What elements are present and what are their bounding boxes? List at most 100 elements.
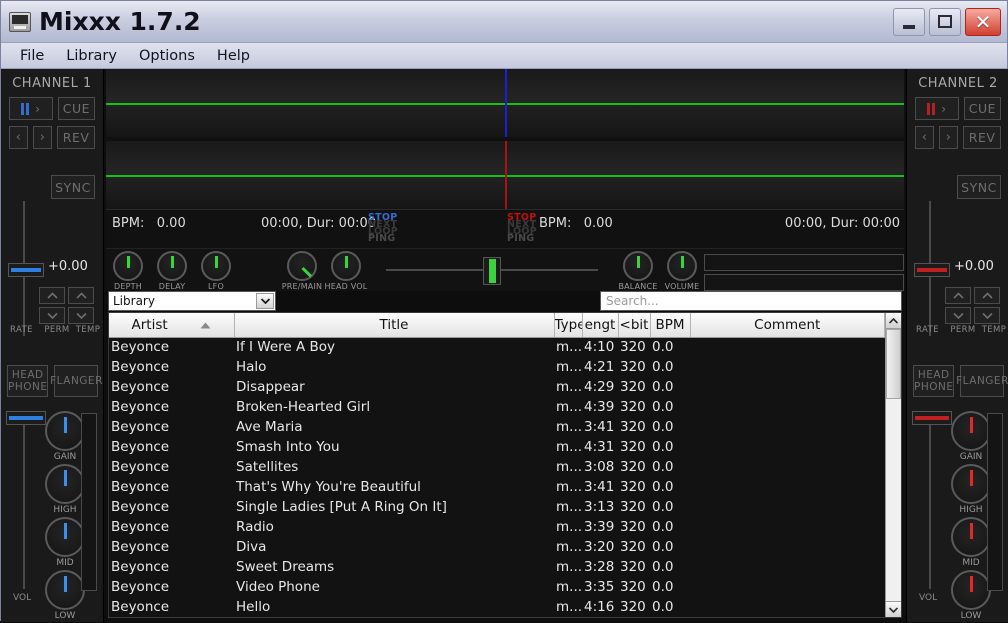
- temp-up-button-2[interactable]: [974, 287, 1000, 304]
- column-header-bitrate[interactable]: <bit: [618, 313, 651, 338]
- lfo-knob[interactable]: [201, 250, 231, 281]
- master-volume-label: VOLUME: [664, 281, 700, 291]
- fastforward-button-2[interactable]: ›: [939, 126, 959, 149]
- mid-knob-2[interactable]: [951, 517, 991, 557]
- low-knob-2[interactable]: [951, 570, 991, 610]
- deck-2-mode-stack[interactable]: STOP NEXT LOOP PING: [507, 213, 541, 247]
- channel-2-eq-knobs: GAIN HIGH MID LOW: [951, 411, 991, 623]
- volume-slider-1[interactable]: [6, 411, 46, 425]
- mixxx-window: Mixxx 1.7.2 ✕ File Library Options Help …: [0, 0, 1008, 622]
- flanger-button-1[interactable]: FLANGER: [50, 365, 102, 397]
- master-vu-right: [704, 273, 904, 291]
- table-row[interactable]: Beyonce Disappear m... 4:29 320 0.0: [109, 377, 885, 397]
- scroll-down-button[interactable]: [886, 601, 901, 617]
- column-header-length[interactable]: engt: [582, 313, 619, 338]
- temp-down-button-2[interactable]: [974, 307, 1000, 324]
- rewind-button-2[interactable]: ‹: [915, 126, 935, 149]
- cell-bpm: 0.0: [652, 559, 674, 575]
- deck-1-status: BPM: 0.00 00:00, Dur: 00:00 STOP NEXT LO…: [106, 210, 505, 248]
- balance-knob[interactable]: [623, 250, 653, 281]
- deck-2-bpm: BPM: 0.00: [539, 216, 613, 231]
- menu-file[interactable]: File: [9, 46, 55, 66]
- column-header-title[interactable]: Title: [234, 313, 555, 338]
- rev-button-1[interactable]: REV: [57, 126, 96, 149]
- flanger-button-2[interactable]: FLANGER: [956, 365, 1008, 397]
- table-row[interactable]: Beyonce That's Why You're Beautiful m... 3:…: [109, 477, 885, 497]
- delay-knob[interactable]: [157, 250, 187, 281]
- table-row[interactable]: Beyonce Video Phone m... 3:35 320 0.0: [109, 577, 885, 597]
- fastforward-button-1[interactable]: ›: [33, 126, 53, 149]
- temp-down-button-1[interactable]: [68, 307, 94, 324]
- table-row[interactable]: Beyonce Ave Maria m... 3:41 320 0.0: [109, 417, 885, 437]
- low-knob-1[interactable]: [45, 570, 85, 610]
- cell-title: Radio: [236, 519, 274, 535]
- high-knob-2[interactable]: [951, 464, 991, 504]
- cell-length: 4:16: [584, 599, 615, 615]
- rev-button-2[interactable]: REV: [963, 126, 1002, 149]
- chevron-down-icon[interactable]: [256, 293, 274, 310]
- table-row[interactable]: Beyonce Diva m... 3:20 320 0.0: [109, 537, 885, 557]
- minimize-button[interactable]: [893, 7, 925, 36]
- play-button-2[interactable]: ›: [915, 97, 959, 120]
- search-input[interactable]: Search...: [600, 291, 902, 312]
- perm-down-button-2[interactable]: [945, 307, 971, 324]
- scrollbar-track[interactable]: [886, 399, 901, 601]
- table-row[interactable]: Beyonce If I Were A Boy m... 4:10 320 0.0: [109, 337, 885, 357]
- sync-button-2[interactable]: SYNC: [957, 175, 1001, 199]
- table-row[interactable]: Beyonce Halo m... 4:21 320 0.0: [109, 357, 885, 377]
- perm-up-button-2[interactable]: [945, 287, 971, 304]
- cell-comment: [690, 337, 885, 357]
- perm-up-button-1[interactable]: [39, 287, 65, 304]
- pre-main-knob[interactable]: [287, 250, 317, 281]
- scroll-up-button[interactable]: [886, 313, 901, 329]
- waveform-deck-1[interactable]: [106, 69, 904, 137]
- table-row[interactable]: Beyonce Broken-Hearted Girl m... 4:39 320 0.0: [109, 397, 885, 417]
- crossfader[interactable]: [483, 256, 501, 285]
- master-volume-knob[interactable]: [667, 250, 697, 281]
- sync-button-1[interactable]: SYNC: [51, 175, 95, 199]
- library-scrollbar[interactable]: [885, 313, 901, 617]
- cue-button-2[interactable]: CUE: [963, 97, 1001, 120]
- headphone-button-1[interactable]: HEAD PHONE: [7, 365, 49, 397]
- gain-knob-2[interactable]: [951, 411, 991, 451]
- table-row[interactable]: Beyonce Radio m... 3:39 320 0.0: [109, 517, 885, 537]
- column-header-comment[interactable]: Comment: [690, 313, 885, 338]
- rate-slider-2[interactable]: [914, 263, 950, 277]
- cell-comment: [690, 377, 885, 397]
- perm-down-button-1[interactable]: [39, 307, 65, 324]
- menu-library[interactable]: Library: [55, 46, 128, 66]
- deck-1-mode-stack[interactable]: STOP NEXT LOOP PING: [368, 213, 402, 247]
- volume-slider-2[interactable]: [912, 411, 952, 425]
- table-row[interactable]: Beyonce Sweet Dreams m... 3:28 320 0.0: [109, 557, 885, 577]
- table-row[interactable]: Beyonce Smash Into You m... 4:31 320 0.0: [109, 437, 885, 457]
- menu-options[interactable]: Options: [128, 46, 206, 66]
- scrollbar-thumb[interactable]: [886, 329, 901, 399]
- channel-2-mixer: VOL GAIN HIGH MID LOW: [907, 407, 1008, 621]
- chevron-up-icon: [75, 292, 87, 299]
- headphone-button-2[interactable]: HEAD PHONE: [913, 365, 955, 397]
- column-header-bpm[interactable]: BPM: [650, 313, 691, 338]
- cell-artist: Beyonce: [111, 579, 170, 595]
- waveform-deck-2[interactable]: [106, 141, 904, 209]
- menu-help[interactable]: Help: [206, 46, 261, 66]
- table-row[interactable]: Beyonce Satellites m... 3:08 320 0.0: [109, 457, 885, 477]
- maximize-button[interactable]: [929, 7, 961, 36]
- table-row[interactable]: Beyonce Single Ladies [Put A Ring On It] m…: [109, 497, 885, 517]
- gain-knob-1[interactable]: [45, 411, 85, 451]
- temp-up-button-1[interactable]: [68, 287, 94, 304]
- column-header-type[interactable]: Type: [554, 313, 583, 338]
- head-vol-knob[interactable]: [331, 250, 361, 281]
- high-knob-1[interactable]: [45, 464, 85, 504]
- depth-knob[interactable]: [113, 250, 143, 281]
- cue-button-1[interactable]: CUE: [57, 97, 95, 120]
- close-button[interactable]: ✕: [965, 7, 1001, 36]
- play-button-1[interactable]: ›: [9, 97, 53, 120]
- column-header-artist[interactable]: Artist: [109, 313, 235, 338]
- channel-2-rate-area: +0.00 RATE PERM TEMP: [907, 201, 1008, 351]
- rewind-button-1[interactable]: ‹: [9, 126, 29, 149]
- mid-knob-1[interactable]: [45, 517, 85, 557]
- rate-slider-1[interactable]: [8, 263, 44, 277]
- library-selector[interactable]: Library: [108, 291, 276, 312]
- cell-artist: Beyonce: [111, 599, 170, 615]
- table-row[interactable]: Beyonce Hello m... 4:16 320 0.0: [109, 597, 885, 617]
